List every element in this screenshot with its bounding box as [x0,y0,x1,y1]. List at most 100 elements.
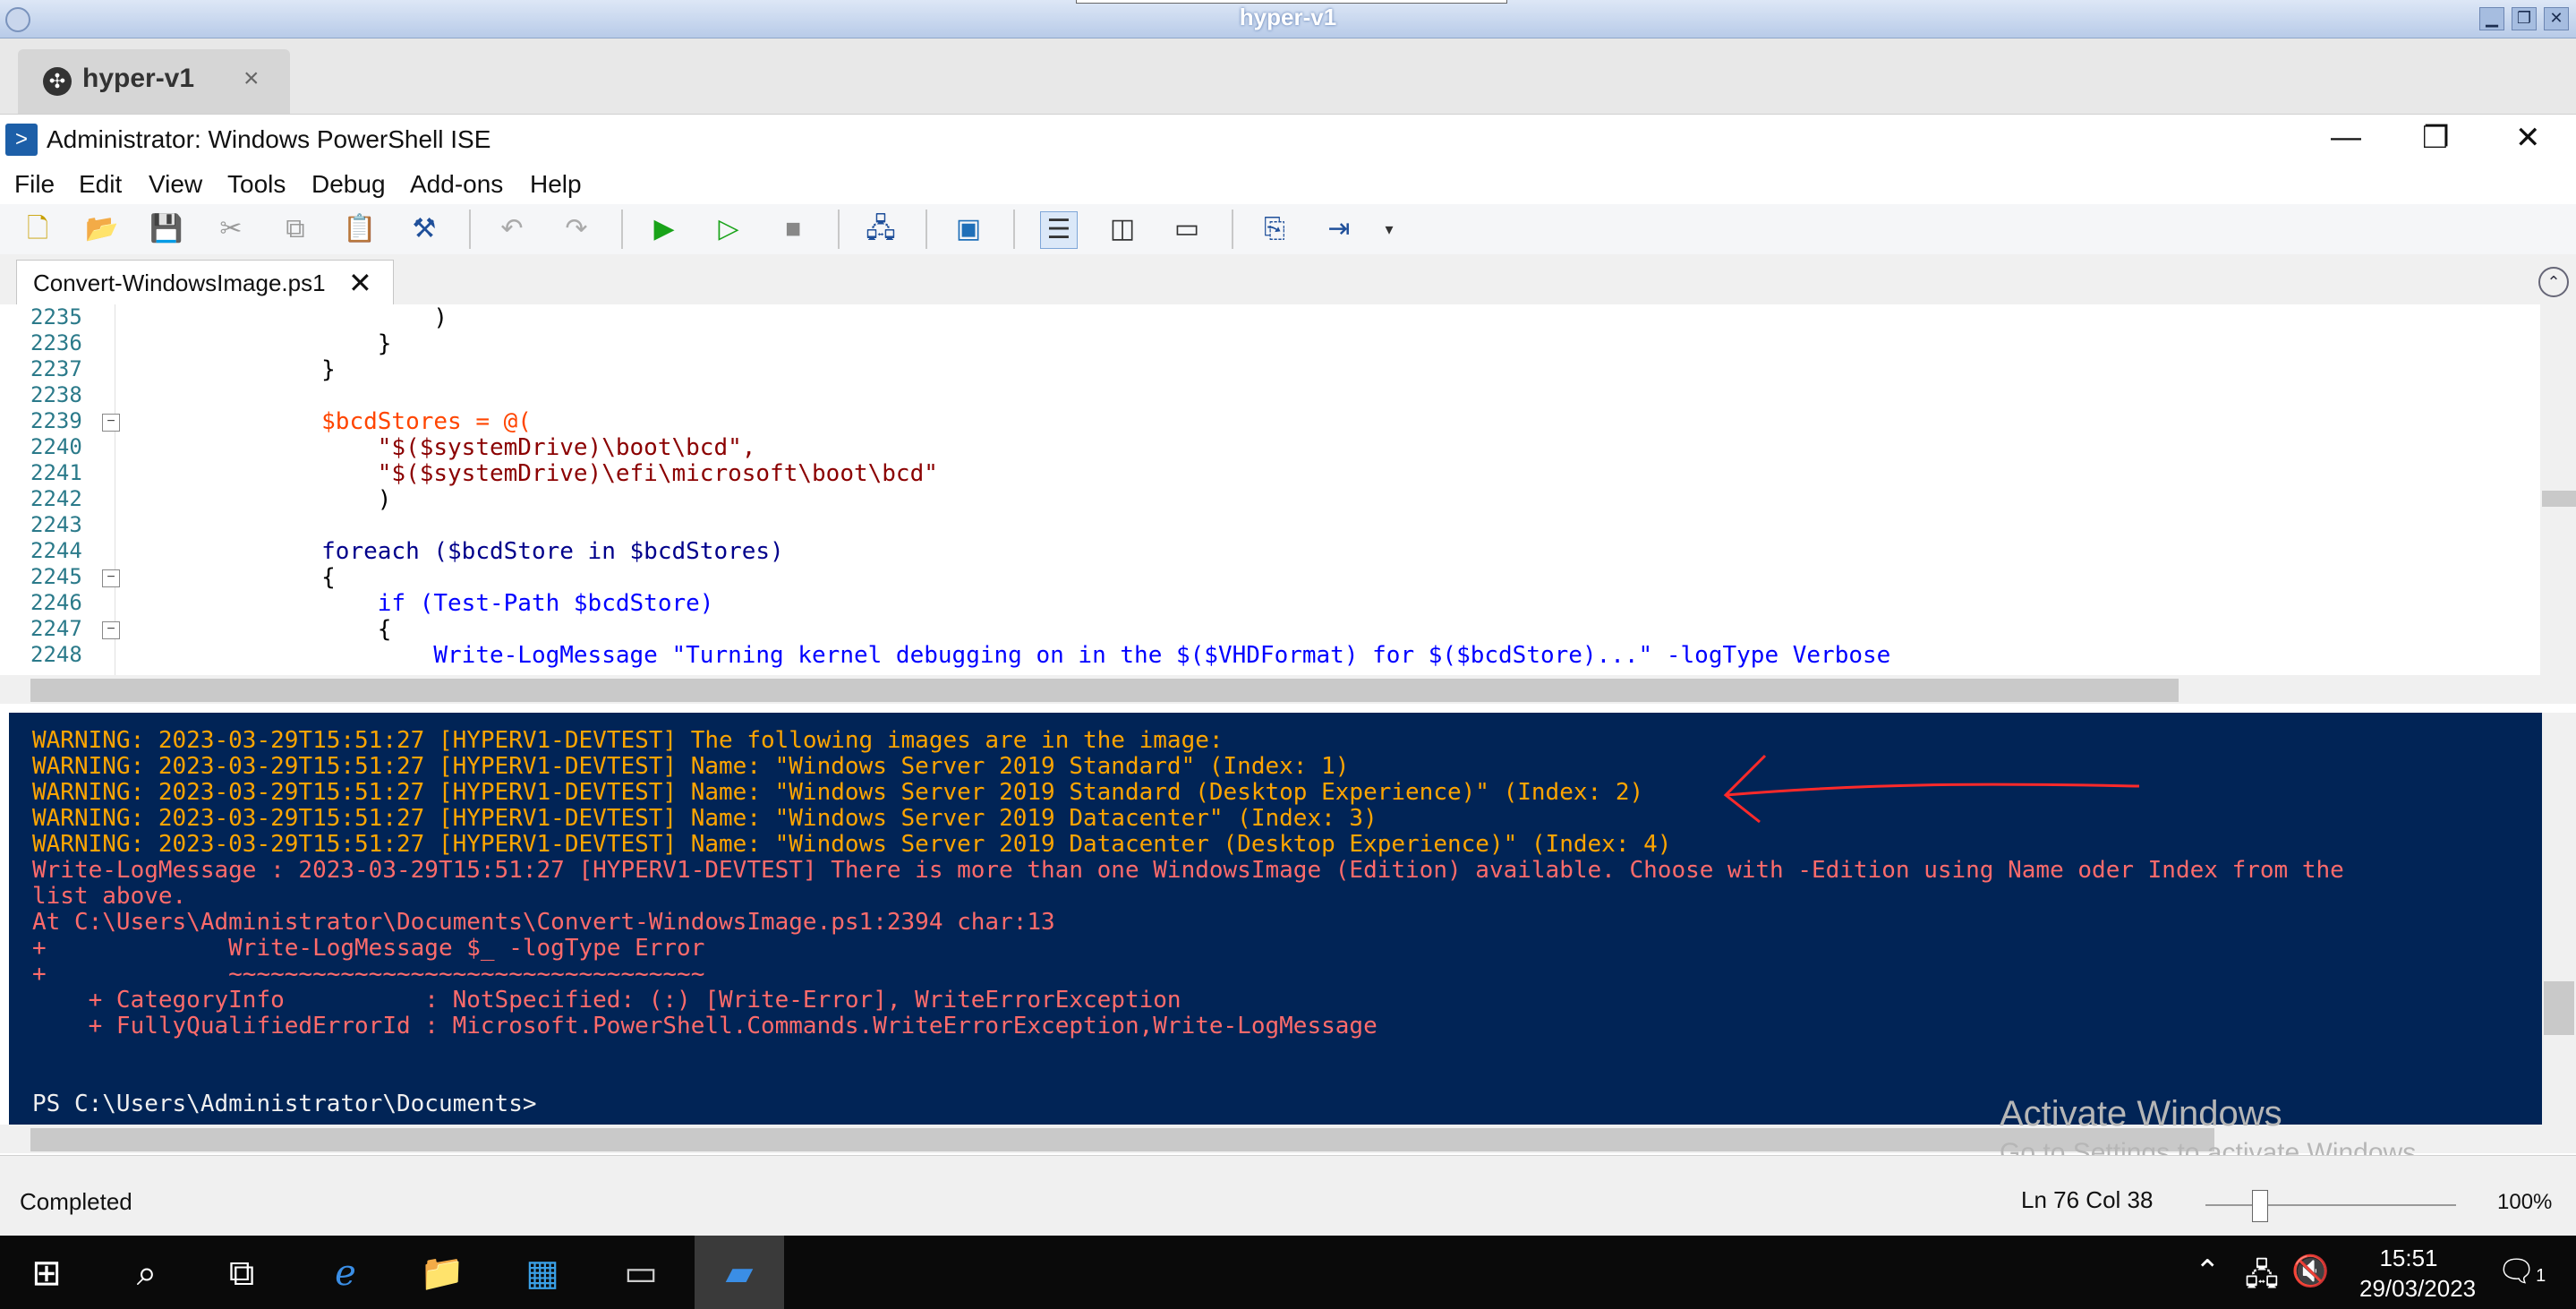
vm-close-button[interactable]: ✕ [2544,7,2569,30]
toolbar-separator [838,210,840,249]
fold-toggle-icon[interactable]: − [102,414,120,432]
vm-tab-hyper-v1[interactable]: ✣ hyper-v1 × [18,49,290,114]
console-line: WARNING: 2023-03-29T15:51:27 [HYPERV1-DE… [32,805,1378,832]
editor-vertical-scroll-thumb[interactable] [2542,491,2576,507]
line-number-gutter: 2235 2236 2237 2238 2239 2240 2241 2242 … [0,304,115,675]
script-tab-convert-windowsimage[interactable]: Convert-WindowsImage.ps1 ✕ [16,260,394,305]
command-prompt-icon[interactable]: ▭ [614,1246,668,1300]
fold-toggle-icon[interactable]: − [102,569,120,587]
toolbar-separator [1013,210,1015,249]
zoom-slider[interactable] [2205,1204,2456,1206]
copy-icon[interactable]: ⧉ [277,211,313,247]
vm-tab-close-icon[interactable]: × [243,64,260,94]
file-explorer-icon[interactable]: 📁 [415,1246,469,1300]
code-line: "$($systemDrive)\efi\microsoft\boot\bcd" [125,460,938,487]
powershell-ise-taskbar-icon[interactable]: ▰ [712,1246,766,1300]
console-vertical-scrollbar[interactable] [2542,713,2576,1125]
menu-edit[interactable]: Edit [79,170,122,199]
line-number: 2243 [30,512,82,537]
server-manager-icon[interactable]: ▦ [516,1246,569,1300]
show-script-right-icon[interactable]: ◫ [1105,211,1140,247]
show-hidden-icons-icon[interactable]: ⌃ [2195,1253,2221,1289]
volume-muted-icon[interactable]: 🔇 [2291,1253,2329,1289]
toolbar-overflow-icon[interactable]: ▾ [1371,211,1407,247]
show-script-top-icon[interactable]: ☰ [1040,211,1078,249]
editor-horizontal-scroll-thumb[interactable] [30,679,2179,702]
line-number: 2242 [30,486,82,511]
console-vertical-scroll-thumb[interactable] [2544,981,2574,1035]
toolbar-separator [925,210,927,249]
taskbar-clock[interactable]: 15:51 29/03/2023 [2359,1243,2476,1304]
menu-tools[interactable]: Tools [227,170,286,199]
line-number: 2244 [30,538,82,563]
stop-operation-icon[interactable]: ■ [775,211,811,247]
undo-icon[interactable]: ↶ [494,211,530,247]
line-number: 2246 [30,590,82,615]
toolbar-separator [1232,210,1233,249]
ise-restore-button[interactable]: ❐ [2422,120,2449,156]
menu-help[interactable]: Help [530,170,582,199]
toolbar: 🗋 📂 💾 ✂ ⧉ 📋 ⚒ ↶ ↷ ▶ ▷ ■ 🖧 ▣ ☰ ◫ ▭ ⎘ ⇥ ▾ [0,204,2576,255]
console-line: WARNING: 2023-03-29T15:51:27 [HYPERV1-DE… [32,779,1644,806]
console-line: Write-LogMessage : 2023-03-29T15:51:27 [… [32,857,2344,884]
taskbar: ⊞ ⌕ ⧉ ℯ 📁 ▦ ▭ ▰ ⌃ 🖧 🔇 15:51 29/03/2023 🗨… [0,1236,2576,1309]
annotation-arrow-icon [1723,754,2140,824]
redo-icon[interactable]: ↷ [559,211,594,247]
script-tab-close-icon[interactable]: ✕ [348,266,372,300]
editor-horizontal-scrollbar[interactable] [0,675,2576,704]
vm-minimize-button[interactable]: ▁ [2479,7,2504,30]
clear-console-icon[interactable]: ⚒ [406,211,442,247]
vm-connection-icon: ✣ [43,67,72,96]
line-number: 2238 [30,382,82,407]
notification-center-icon[interactable]: 🗨1 [2497,1253,2546,1289]
status-bar: Completed Ln 76 Col 38 100% [0,1155,2576,1236]
start-windows-icon[interactable]: ⊞ [20,1246,73,1300]
vm-restore-button[interactable]: ❐ [2512,7,2537,30]
code-line: ) [125,304,448,331]
console-line: list above. [32,883,187,910]
toolbar-separator [621,210,623,249]
show-command-window-icon[interactable]: ⎘ [1257,211,1292,247]
console-horizontal-scroll-thumb[interactable] [30,1128,2214,1151]
menu-add-ons[interactable]: Add-ons [410,170,503,199]
collapse-script-pane-icon[interactable]: ⌃ [2538,267,2569,297]
task-view-icon[interactable]: ⧉ [215,1246,269,1300]
show-script-maximized-icon[interactable]: ▭ [1169,211,1205,247]
save-script-icon[interactable]: 💾 [149,211,184,247]
search-icon[interactable]: ⌕ [120,1246,174,1300]
code-line: } [125,356,336,383]
fold-toggle-icon[interactable]: − [102,621,120,639]
zoom-slider-thumb[interactable] [2252,1190,2268,1222]
clock-time: 15:51 [2379,1245,2438,1271]
code-line: "$($systemDrive)\boot\bcd", [125,434,756,461]
console-prompt[interactable]: PS C:\Users\Administrator\Documents> [32,1091,537,1117]
ise-minimize-button[interactable]: — [2331,120,2361,155]
script-tab-strip: Convert-WindowsImage.ps1 ✕ ⌃ [0,254,2576,305]
run-script-icon[interactable]: ▶ [646,211,682,247]
console-line: + FullyQualifiedErrorId : Microsoft.Powe… [32,1013,1378,1040]
paste-icon[interactable]: 📋 [342,211,378,247]
menu-view[interactable]: View [149,170,202,199]
editor-vertical-scrollbar[interactable] [2540,304,2576,675]
ise-close-button[interactable]: ✕ [2515,120,2541,156]
new-script-icon[interactable]: 🗋 [20,211,55,247]
cut-icon[interactable]: ✂ [213,211,249,247]
show-command-addon-icon[interactable]: ⇥ [1321,211,1357,247]
new-remote-tab-icon[interactable]: 🖧 [863,211,899,247]
script-editor[interactable]: 2235 2236 2237 2238 2239 2240 2241 2242 … [0,304,2576,675]
vm-tab-strip: ✣ hyper-v1 × [0,38,2576,115]
line-number: 2248 [30,642,82,667]
internet-explorer-icon[interactable]: ℯ [319,1246,372,1300]
menu-file[interactable]: File [14,170,55,199]
menu-bar: File Edit View Tools Debug Add-ons Help [0,168,2576,204]
run-selection-icon[interactable]: ▷ [711,211,746,247]
console-pane[interactable]: WARNING: 2023-03-29T15:51:27 [HYPERV1-DE… [9,713,2542,1125]
network-icon[interactable]: 🖧 [2245,1253,2279,1305]
console-line: At C:\Users\Administrator\Documents\Conv… [32,909,1055,936]
menu-debug[interactable]: Debug [311,170,386,199]
start-powershell-icon[interactable]: ▣ [951,211,986,247]
open-script-icon[interactable]: 📂 [84,211,120,247]
console-line: WARNING: 2023-03-29T15:51:27 [HYPERV1-DE… [32,831,1672,858]
code-line: Write-LogMessage "Turning kernel debuggi… [125,642,1891,669]
watermark-title: Activate Windows [2000,1094,2282,1134]
